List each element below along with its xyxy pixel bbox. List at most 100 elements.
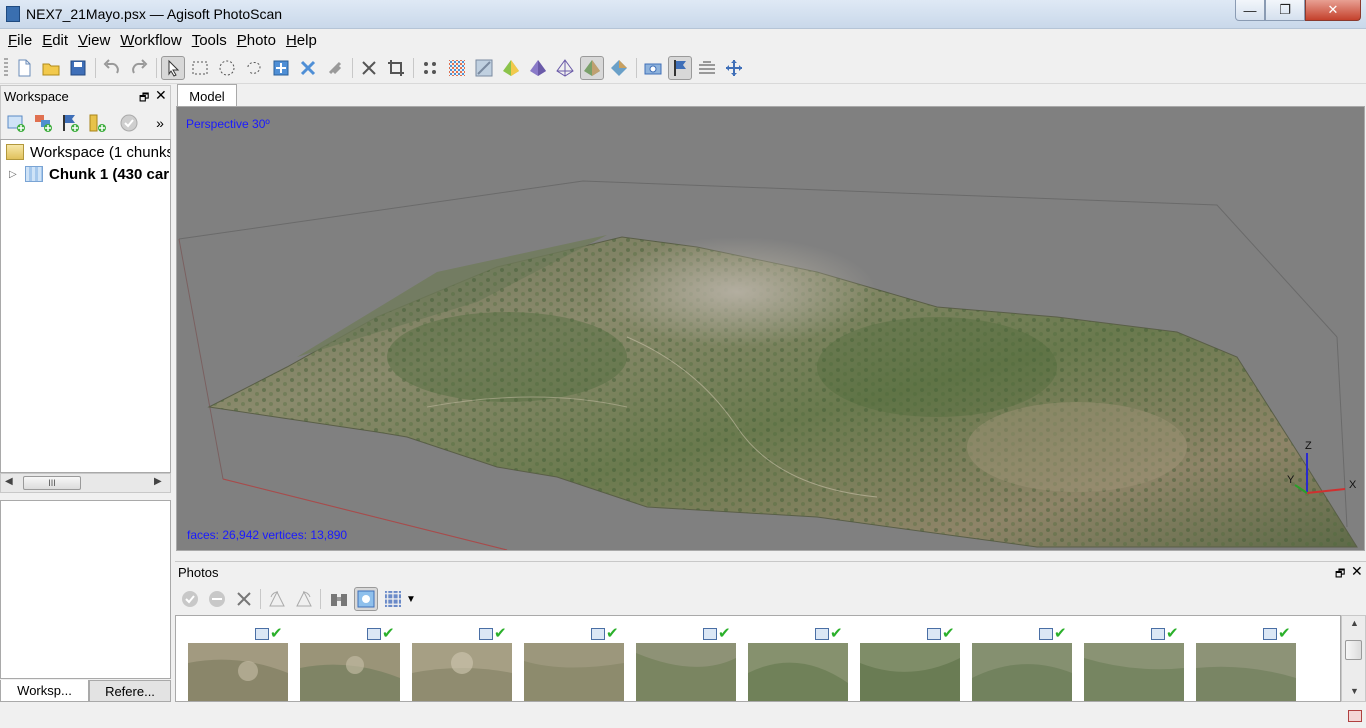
redo-icon[interactable]: [127, 56, 151, 80]
resize-region-icon[interactable]: [269, 56, 293, 80]
rotate-region-icon[interactable]: [296, 56, 320, 80]
enable-icon[interactable]: [117, 111, 141, 135]
disable-cameras-icon[interactable]: [205, 587, 229, 611]
new-icon[interactable]: [12, 56, 36, 80]
add-photos-icon[interactable]: [31, 111, 55, 135]
close-panel-icon[interactable]: ✕: [1351, 563, 1363, 580]
model-shaded-icon[interactable]: [499, 56, 523, 80]
reset-view-icon[interactable]: [722, 56, 746, 80]
tab-workspace[interactable]: Worksp...: [0, 680, 89, 702]
add-marker-icon[interactable]: [58, 111, 82, 135]
workspace-tree: Workspace (1 chunks ▷ Chunk 1 (430 car: [0, 139, 171, 473]
console-icon[interactable]: [1348, 710, 1362, 722]
rotate-object-icon[interactable]: [323, 56, 347, 80]
photo-thumbnail[interactable]: ✔: [636, 626, 736, 701]
more-tools-button[interactable]: »: [148, 111, 172, 135]
photo-thumbnail[interactable]: ✔: [860, 626, 960, 701]
tab-reference[interactable]: Refere...: [89, 680, 171, 702]
add-chunk-icon[interactable]: [4, 111, 28, 135]
camera-icon: [703, 628, 717, 640]
menu-file[interactable]: File: [4, 32, 36, 49]
point-cloud-icon[interactable]: [418, 56, 442, 80]
photo-thumbnail[interactable]: ✔: [1196, 626, 1296, 701]
horizontal-scrollbar[interactable]: ◀ III ▶: [0, 473, 171, 493]
toolbar-separator: [260, 589, 261, 609]
add-scale-bar-icon[interactable]: [85, 111, 109, 135]
maximize-button[interactable]: ❐: [1265, 0, 1305, 21]
photo-thumbnail[interactable]: ✔: [972, 626, 1072, 701]
model-solid-icon[interactable]: [526, 56, 550, 80]
model-wireframe-icon[interactable]: [553, 56, 577, 80]
show-masks-icon[interactable]: [354, 587, 378, 611]
tiled-model-icon[interactable]: [607, 56, 631, 80]
show-markers-icon[interactable]: [668, 56, 692, 80]
close-panel-icon[interactable]: ✕: [155, 87, 167, 104]
delete-selection-icon[interactable]: [357, 56, 381, 80]
menu-edit[interactable]: Edit: [38, 32, 72, 49]
menu-workflow[interactable]: Workflow: [116, 32, 185, 49]
dense-cloud-classes-icon[interactable]: [472, 56, 496, 80]
float-panel-icon[interactable]: 🗗: [1335, 565, 1345, 584]
free-form-selection-icon[interactable]: [242, 56, 266, 80]
photo-status: ✔: [255, 626, 283, 641]
photo-image: [412, 643, 512, 701]
menu-help[interactable]: Help: [282, 32, 321, 49]
photo-thumbnail[interactable]: ✔: [748, 626, 848, 701]
close-window-button[interactable]: ✕: [1305, 0, 1361, 21]
photo-status: ✔: [367, 626, 395, 641]
minimize-button[interactable]: —: [1235, 0, 1265, 21]
photo-status: ✔: [1151, 626, 1179, 641]
scroll-thumb[interactable]: III: [23, 476, 81, 490]
photo-thumbnail[interactable]: ✔: [188, 626, 288, 701]
photos-toolbar: ▼: [175, 583, 1366, 615]
photo-status: ✔: [815, 626, 843, 641]
toolbar-grip[interactable]: [4, 58, 8, 78]
projection-label: Perspective 30º: [186, 117, 270, 131]
view-mode-icon[interactable]: [381, 587, 405, 611]
navigation-icon[interactable]: [161, 56, 185, 80]
menu-bar: File Edit View Workflow Tools Photo Help: [0, 29, 1366, 51]
filter-photos-icon[interactable]: [327, 587, 351, 611]
rotate-left-icon[interactable]: [265, 587, 289, 611]
crop-selection-icon[interactable]: [384, 56, 408, 80]
rectangle-selection-icon[interactable]: [188, 56, 212, 80]
scroll-down-icon[interactable]: ▼: [1350, 686, 1359, 696]
rotate-right-icon[interactable]: [292, 587, 316, 611]
axis-x-label: X: [1349, 479, 1357, 491]
dense-cloud-icon[interactable]: [445, 56, 469, 80]
tree-item-chunk[interactable]: ▷ Chunk 1 (430 car: [9, 163, 169, 185]
remove-cameras-icon[interactable]: [232, 587, 256, 611]
scroll-left-icon[interactable]: ◀: [5, 476, 13, 487]
photo-image: [300, 643, 400, 701]
float-panel-icon[interactable]: 🗗: [139, 89, 149, 108]
open-icon[interactable]: [39, 56, 63, 80]
scroll-thumb[interactable]: [1345, 640, 1362, 660]
expand-arrow-icon[interactable]: ▷: [9, 169, 19, 180]
scroll-right-icon[interactable]: ▶: [154, 476, 162, 487]
view-mode-dropdown-icon[interactable]: ▼: [404, 587, 418, 611]
photo-thumbnail[interactable]: ✔: [300, 626, 400, 701]
show-cameras-icon[interactable]: [641, 56, 665, 80]
undo-icon[interactable]: [100, 56, 124, 80]
save-icon[interactable]: [66, 56, 90, 80]
enable-cameras-icon[interactable]: [178, 587, 202, 611]
scroll-up-icon[interactable]: ▲: [1350, 618, 1359, 628]
model-textured-icon[interactable]: [580, 56, 604, 80]
tab-model[interactable]: Model: [177, 84, 237, 107]
tree-item-workspace[interactable]: Workspace (1 chunks: [6, 141, 170, 163]
show-region-icon[interactable]: [695, 56, 719, 80]
circle-selection-icon[interactable]: [215, 56, 239, 80]
photo-thumbnail[interactable]: ✔: [1084, 626, 1184, 701]
photo-thumbnail[interactable]: ✔: [524, 626, 624, 701]
toolbar-separator: [352, 58, 353, 78]
photo-status: ✔: [703, 626, 731, 641]
model-viewport[interactable]: Perspective 30º faces: 26,942 vertices: …: [176, 106, 1365, 551]
menu-view[interactable]: View: [74, 32, 114, 49]
check-icon: ✔: [1278, 625, 1291, 642]
menu-tools[interactable]: Tools: [188, 32, 231, 49]
toolbar-separator: [156, 58, 157, 78]
vertical-scrollbar[interactable]: ▲ ▼: [1341, 615, 1366, 702]
menu-photo[interactable]: Photo: [233, 32, 280, 49]
photo-thumbnail[interactable]: ✔: [412, 626, 512, 701]
main-toolbar: [0, 52, 1366, 84]
